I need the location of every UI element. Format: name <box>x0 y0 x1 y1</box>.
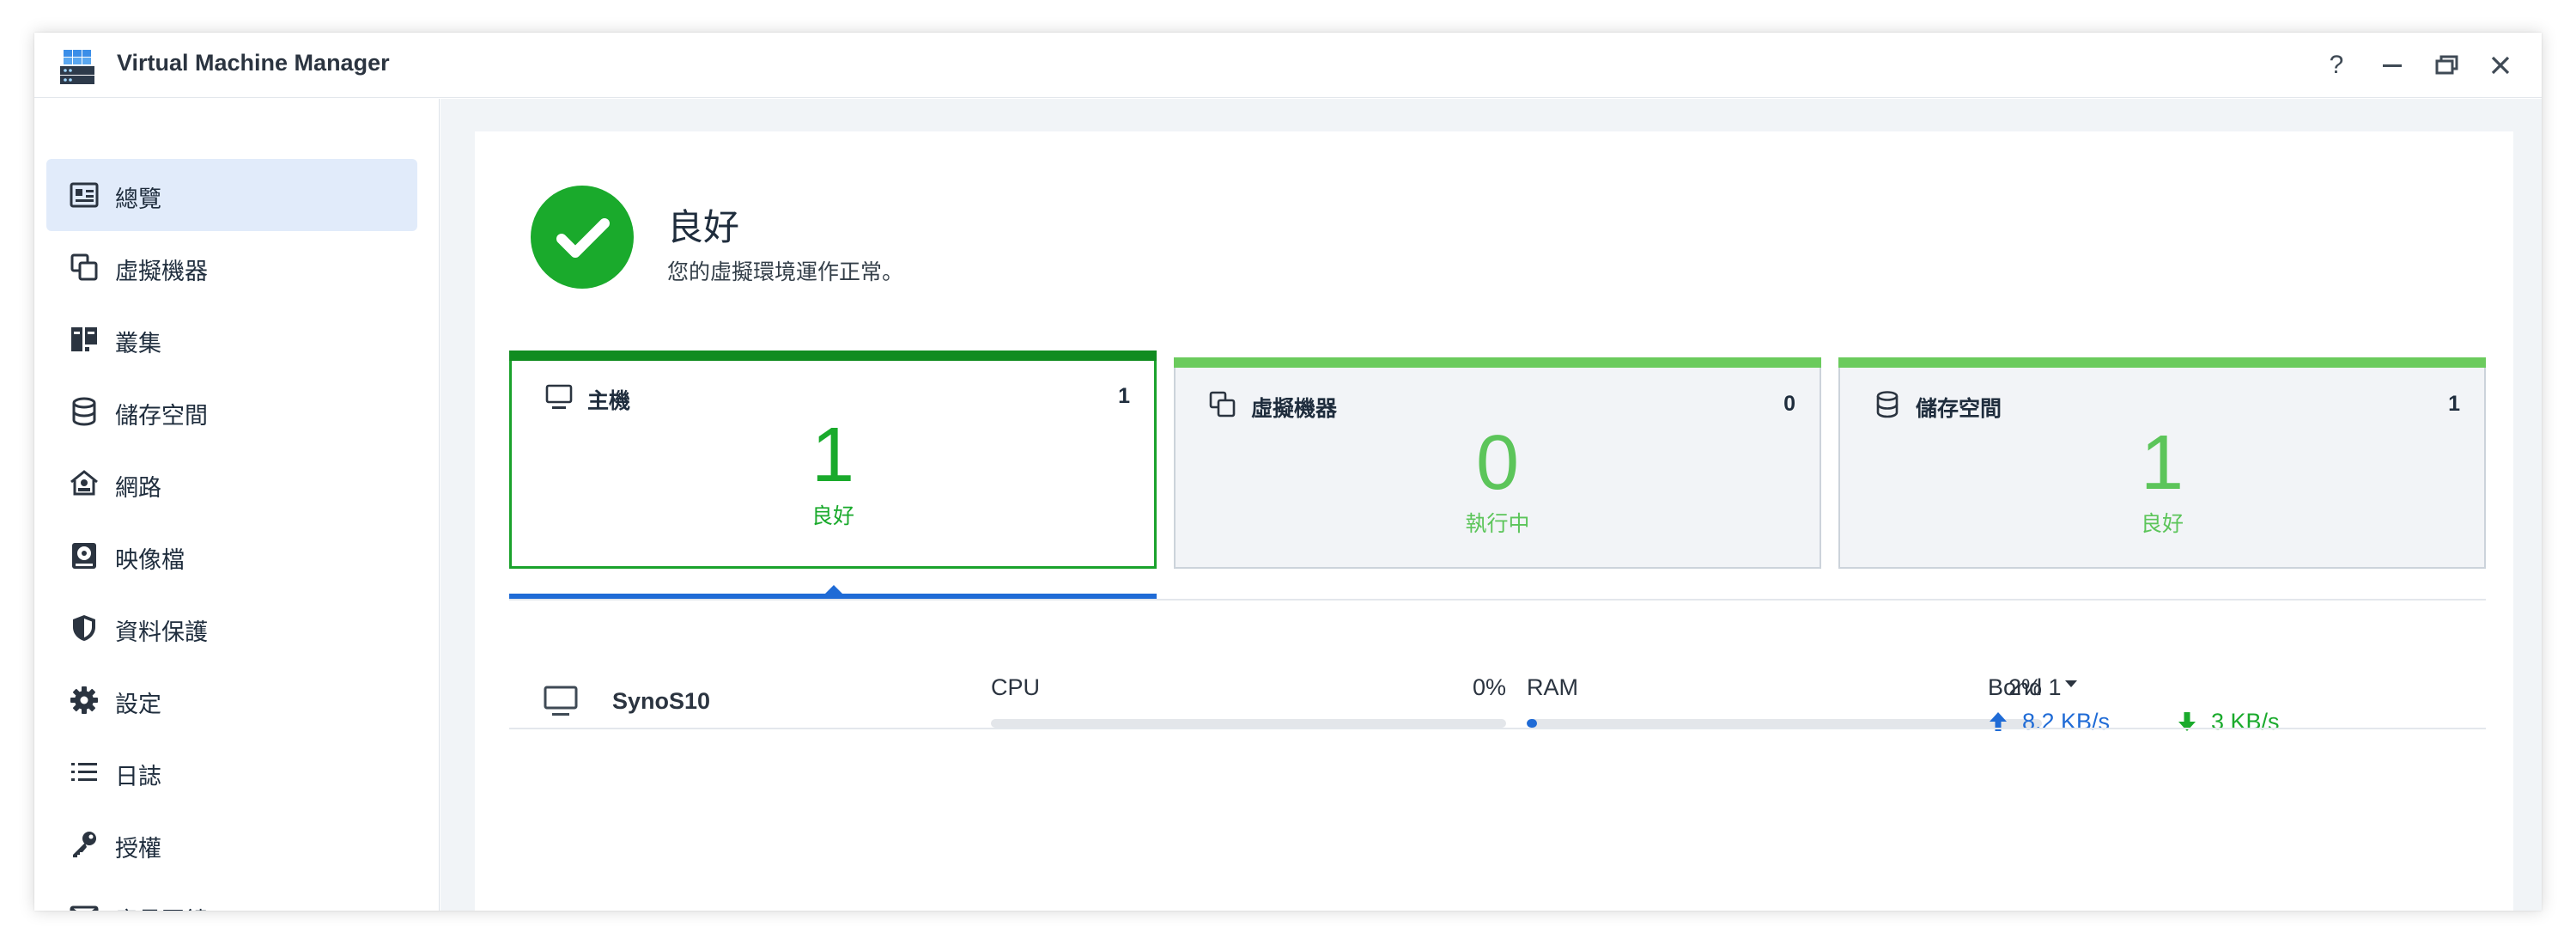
card-count: 1 <box>1118 384 1130 408</box>
sidebar: 總覽 虛擬機器 叢集 儲存空間 網路 映像檔 資料保護 設定 日誌 授權 <box>34 99 440 911</box>
sidebar-item-label: 儲存空間 <box>115 403 208 430</box>
storage-summary-card[interactable]: 儲存空間 1 1 良好 <box>1838 357 2486 569</box>
cluster-icon <box>71 327 97 351</box>
card-status-bar <box>1838 357 2486 368</box>
host-name[interactable]: SynoS10 <box>612 688 710 715</box>
key-icon <box>73 832 96 857</box>
chevron-down-icon[interactable] <box>2065 680 2077 687</box>
card-count: 1 <box>2448 392 2460 416</box>
card-big-number: 0 <box>1475 420 1520 506</box>
network-interface-select[interactable]: Bond 1 <box>1988 674 2062 701</box>
sidebar-item-settings[interactable]: 設定 <box>46 664 417 736</box>
app-title: Virtual Machine Manager <box>117 50 390 76</box>
arrow-up-icon <box>1990 712 2007 731</box>
arrow-down-icon <box>2178 712 2196 731</box>
upload-speed-value: 8.2 KB/s <box>2022 709 2111 735</box>
download-speed: 3 KB/s <box>2177 709 2280 735</box>
host-summary-card[interactable]: 主機 1 1 良好 <box>509 351 1157 569</box>
sidebar-item-network[interactable]: 網路 <box>46 448 417 520</box>
image-icon <box>72 543 96 569</box>
cpu-label: CPU <box>991 674 1041 700</box>
ram-label: RAM <box>1527 674 1578 700</box>
ram-usage-fill <box>1527 719 1537 728</box>
sidebar-item-cluster[interactable]: 叢集 <box>46 303 417 375</box>
virtual-machine-icon <box>1209 391 1236 418</box>
card-big-number: 1 <box>2140 420 2184 506</box>
status-ok-icon <box>531 186 634 289</box>
card-title: 虛擬機器 <box>1251 396 1338 421</box>
vmm-app-icon <box>60 50 94 84</box>
minimize-icon[interactable] <box>2375 48 2409 82</box>
ram-usage-bar <box>1527 719 2042 728</box>
vm-summary-card[interactable]: 虛擬機器 0 0 執行中 <box>1174 357 1821 569</box>
selected-card-caret <box>825 585 842 594</box>
sidebar-item-image[interactable]: 映像檔 <box>46 520 417 592</box>
help-icon[interactable]: ? <box>2319 48 2354 82</box>
cpu-value: 0% <box>1472 674 1506 700</box>
main-content: 良好 您的虛擬環境運作正常。 主機 1 1 良好 虛擬機器 0 0 執行中 儲存… <box>440 99 2542 911</box>
log-list-icon <box>71 763 97 781</box>
card-status-bar <box>509 351 1157 361</box>
cpu-usage-bar <box>991 719 1506 728</box>
card-status-text: 良好 <box>2140 511 2184 536</box>
virtual-machine-icon <box>70 253 98 281</box>
sidebar-item-log[interactable]: 日誌 <box>46 736 417 808</box>
sidebar-item-license[interactable]: 授權 <box>46 808 417 881</box>
title-bar: Virtual Machine Manager ? <box>34 33 2542 98</box>
sidebar-item-label: 叢集 <box>115 331 161 357</box>
sidebar-item-label: 資料保護 <box>115 619 208 646</box>
restore-icon[interactable] <box>2429 48 2464 82</box>
sidebar-item-label: 授權 <box>115 836 161 863</box>
network-icon <box>70 470 98 496</box>
sidebar-item-label: 映像檔 <box>115 547 185 574</box>
divider <box>509 728 2486 729</box>
sidebar-item-feedback[interactable]: 意見回饋 <box>46 881 417 911</box>
card-status-text: 良好 <box>811 503 854 528</box>
host-monitor-icon <box>544 686 578 716</box>
sidebar-item-label: 意見回饋 <box>115 902 208 911</box>
status-description: 您的虛擬環境運作正常。 <box>667 259 904 284</box>
card-title: 主機 <box>587 388 631 413</box>
status-title: 良好 <box>667 206 740 248</box>
download-speed-value: 3 KB/s <box>2211 709 2280 735</box>
host-monitor-icon <box>545 384 573 409</box>
shield-icon <box>73 615 95 641</box>
upload-speed: 8.2 KB/s <box>1988 709 2110 735</box>
card-status-text: 執行中 <box>1465 511 1530 536</box>
close-icon[interactable] <box>2483 48 2518 82</box>
sidebar-item-data-protection[interactable]: 資料保護 <box>46 592 417 664</box>
divider <box>509 599 2486 601</box>
sidebar-item-label: 日誌 <box>115 764 161 790</box>
sidebar-item-overview[interactable]: 總覽 <box>46 159 417 231</box>
storage-icon <box>1876 391 1899 418</box>
sidebar-item-label: 總覽 <box>115 186 161 213</box>
storage-icon <box>72 397 96 426</box>
gear-icon <box>70 686 98 714</box>
vmm-window: Virtual Machine Manager ? 總覽 虛擬機器 叢集 儲存空… <box>34 33 2542 911</box>
sidebar-item-storage[interactable]: 儲存空間 <box>46 375 417 448</box>
card-big-number: 1 <box>811 412 855 498</box>
card-status-bar <box>1174 357 1821 368</box>
sidebar-item-label: 設定 <box>115 692 161 718</box>
card-title: 儲存空間 <box>1916 396 2002 421</box>
overview-panel: 良好 您的虛擬環境運作正常。 主機 1 1 良好 虛擬機器 0 0 執行中 儲存… <box>475 131 2513 911</box>
overview-icon <box>70 182 99 208</box>
mail-icon <box>70 905 99 911</box>
sidebar-item-virtual-machines[interactable]: 虛擬機器 <box>46 231 417 303</box>
card-count: 0 <box>1783 392 1795 416</box>
sidebar-item-label: 網路 <box>115 475 161 502</box>
sidebar-item-label: 虛擬機器 <box>115 259 208 285</box>
